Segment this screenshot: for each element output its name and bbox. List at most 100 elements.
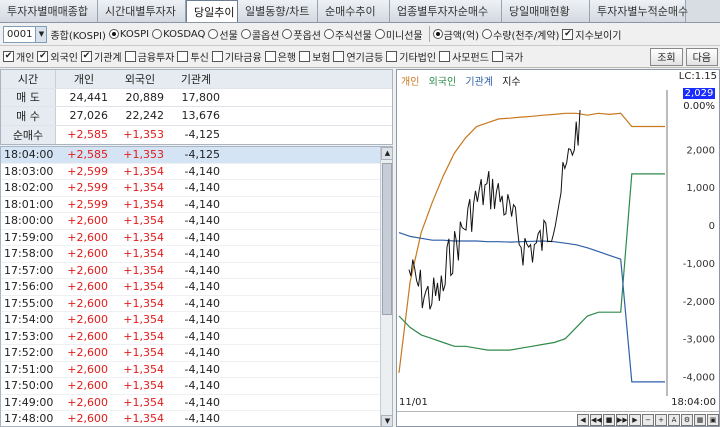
table-row[interactable]: 17:58:00 +2,600 +1,354 -4,140 xyxy=(1,246,392,263)
row-value: -4,125 xyxy=(184,148,220,162)
row-value: +2,600 xyxy=(67,230,108,244)
scroll-thumb[interactable] xyxy=(382,163,392,315)
row-value: -4,140 xyxy=(184,164,220,178)
row-value: +2,599 xyxy=(67,197,108,211)
table-row[interactable]: 18:04:00 +2,585 +1,353 -4,125 xyxy=(1,147,392,164)
table-row[interactable]: 17:50:00 +2,600 +1,354 -4,140 xyxy=(1,378,392,395)
zoom-in-icon[interactable]: + xyxy=(655,413,667,426)
table-row[interactable]: 17:55:00 +2,600 +1,354 -4,140 xyxy=(1,296,392,312)
row-value: +2,599 xyxy=(67,181,108,195)
investor-checkbox[interactable]: 은행 xyxy=(264,49,296,64)
investor-checkbox[interactable]: ✔ 외국인 xyxy=(37,49,78,64)
code-value: 0001 xyxy=(7,28,33,40)
summary-header: 시간 개인 외국인 기관계 xyxy=(1,70,392,89)
tab-cumulative-net-buy[interactable]: 투자자별누적순매수 xyxy=(590,0,688,22)
table-row[interactable]: 18:03:00 +2,599 +1,354 -4,140 xyxy=(1,164,392,180)
y-tick-label: 2,000 xyxy=(686,145,715,156)
checkbox-box xyxy=(299,51,311,62)
investor-checkbox[interactable]: 금융투자 xyxy=(124,49,175,64)
tab-net-buy-trend[interactable]: 순매수추이 xyxy=(318,0,390,22)
row-value: +2,599 xyxy=(67,164,108,178)
radio-kosdaq[interactable]: KOSDAQ xyxy=(152,29,205,40)
investor-label: 투신 xyxy=(190,53,209,64)
scroll-right-icon[interactable]: ▶ xyxy=(629,413,641,426)
tab-daily-chart[interactable]: 일별동향/차트 xyxy=(238,0,318,22)
radio-call[interactable]: 콜옵션 xyxy=(240,27,279,42)
radio-put[interactable]: 풋옵션 xyxy=(282,27,321,42)
investor-checkbox[interactable]: ✔ 개인 xyxy=(3,49,34,64)
scroll-up-icon[interactable]: ▲ xyxy=(381,147,392,160)
investor-checkbox[interactable]: 기타법인 xyxy=(386,49,436,64)
row-value: -4,140 xyxy=(184,230,220,244)
chart-scroll-track[interactable] xyxy=(397,414,576,426)
prev-page-icon[interactable]: ◀◀ xyxy=(590,413,602,426)
row-value: -4,140 xyxy=(184,263,220,277)
tab-investor-summary[interactable]: 투자자별매매종합 xyxy=(0,0,98,22)
radio-amount[interactable]: 금액(억) xyxy=(432,27,480,42)
table-row[interactable]: 18:02:00 +2,599 +1,354 -4,140 xyxy=(1,180,392,197)
investor-checkbox[interactable]: 국가 xyxy=(491,49,523,64)
investor-checkbox[interactable]: ✔ 기관계 xyxy=(81,49,122,64)
checkbox-box xyxy=(333,51,345,62)
tab-daily-trading[interactable]: 당일매매현황 xyxy=(502,0,590,22)
timeline-rows: 18:04:00 +2,585 +1,353 -4,125 18:03:00 +2,599… xyxy=(1,147,392,426)
scroll-left-icon[interactable]: ◀ xyxy=(577,413,589,426)
table-row[interactable]: 17:49:00 +2,600 +1,354 -4,140 xyxy=(1,395,392,411)
check-icon: ✔ xyxy=(3,51,14,62)
investor-checkbox[interactable]: 연기금등 xyxy=(333,49,383,64)
table-row[interactable]: 17:51:00 +2,600 +1,354 -4,140 xyxy=(1,362,392,378)
tab-time-investor[interactable]: 시간대별투자자 xyxy=(98,0,186,22)
chart-controls: ◀ ◀◀ ■ ▶▶ ▶ − + A ⚙ ▦ ▣ xyxy=(397,411,719,427)
summary-row-buy: 매 수 27,026 22,242 13,676 xyxy=(1,107,392,126)
row-value: +1,354 xyxy=(123,164,164,178)
investor-checkbox[interactable]: 투신 xyxy=(177,49,209,64)
investor-label: 금융투자 xyxy=(137,53,175,64)
radio-mini-futures[interactable]: 미니선물 xyxy=(374,27,423,42)
next-page-icon[interactable]: ▶▶ xyxy=(616,413,628,426)
radio-kospi-label: KOSPI xyxy=(119,28,150,40)
cell: 20,889 xyxy=(125,90,165,104)
scrollbar[interactable]: ▲ ▼ xyxy=(380,147,392,426)
radio-stock-futures[interactable]: 주식선물 xyxy=(324,27,372,42)
row-time: 17:52:00 xyxy=(4,346,54,360)
investor-checkbox[interactable]: 보험 xyxy=(299,49,330,64)
divider xyxy=(428,26,430,42)
row-label: 매 수 xyxy=(1,107,56,125)
font-icon[interactable]: A xyxy=(668,413,680,426)
grid-icon[interactable]: ▦ xyxy=(694,413,706,426)
next-button[interactable]: 다음 xyxy=(685,47,718,66)
index-view-checkbox[interactable]: ✔ 지수보이기 xyxy=(562,27,621,42)
investor-checkbox[interactable]: 사모펀드 xyxy=(439,49,489,64)
settings-icon[interactable]: ⚙ xyxy=(681,413,693,426)
code-select[interactable]: 0001 ▼ xyxy=(3,25,48,43)
table-row[interactable]: 17:59:00 +2,600 +1,354 -4,140 xyxy=(1,230,392,246)
stop-icon[interactable]: ■ xyxy=(603,413,615,426)
table-row[interactable]: 17:56:00 +2,600 +1,354 -4,140 xyxy=(1,279,392,296)
row-value: -4,140 xyxy=(184,296,220,310)
table-row[interactable]: 17:52:00 +2,600 +1,354 -4,140 xyxy=(1,345,392,362)
radio-quantity[interactable]: 수량(천주/계약) xyxy=(482,27,559,42)
row-value: +2,600 xyxy=(67,296,108,310)
row-value: -4,140 xyxy=(184,379,220,393)
investor-label: 연기금등 xyxy=(346,53,384,64)
radio-amount-label: 금액(억) xyxy=(443,30,480,42)
table-row[interactable]: 18:01:00 +2,599 +1,354 -4,140 xyxy=(1,197,392,213)
table-row[interactable]: 17:54:00 +2,600 +1,354 -4,140 xyxy=(1,312,392,329)
scroll-down-icon[interactable]: ▼ xyxy=(381,415,392,426)
table-row[interactable]: 17:48:00 +2,600 +1,354 -4,140 xyxy=(1,411,392,426)
image-icon[interactable]: ▣ xyxy=(707,413,719,426)
index-line xyxy=(408,109,581,310)
query-button[interactable]: 조회 xyxy=(650,47,683,66)
table-row[interactable]: 17:53:00 +2,600 +1,354 -4,140 xyxy=(1,329,392,345)
radio-kospi[interactable]: KOSPI xyxy=(108,28,150,40)
zoom-out-icon[interactable]: − xyxy=(642,413,654,426)
radio-futures[interactable]: 선물 xyxy=(208,27,238,42)
tab-sector-net-buy[interactable]: 업종별투자자순매수 xyxy=(390,0,502,22)
table-row[interactable]: 18:00:00 +2,600 +1,354 -4,140 xyxy=(1,213,392,230)
tab-intraday-trend[interactable]: 당일추이 xyxy=(186,0,238,22)
row-value: -4,140 xyxy=(184,280,220,294)
table-row[interactable]: 17:57:00 +2,600 +1,354 -4,140 xyxy=(1,263,392,279)
investor-checkbox[interactable]: 기타금융 xyxy=(211,49,262,64)
row-value: +1,354 xyxy=(123,263,164,277)
summary-table: 시간 개인 외국인 기관계 매 도 24,441 20,889 17,800 매… xyxy=(0,69,393,145)
